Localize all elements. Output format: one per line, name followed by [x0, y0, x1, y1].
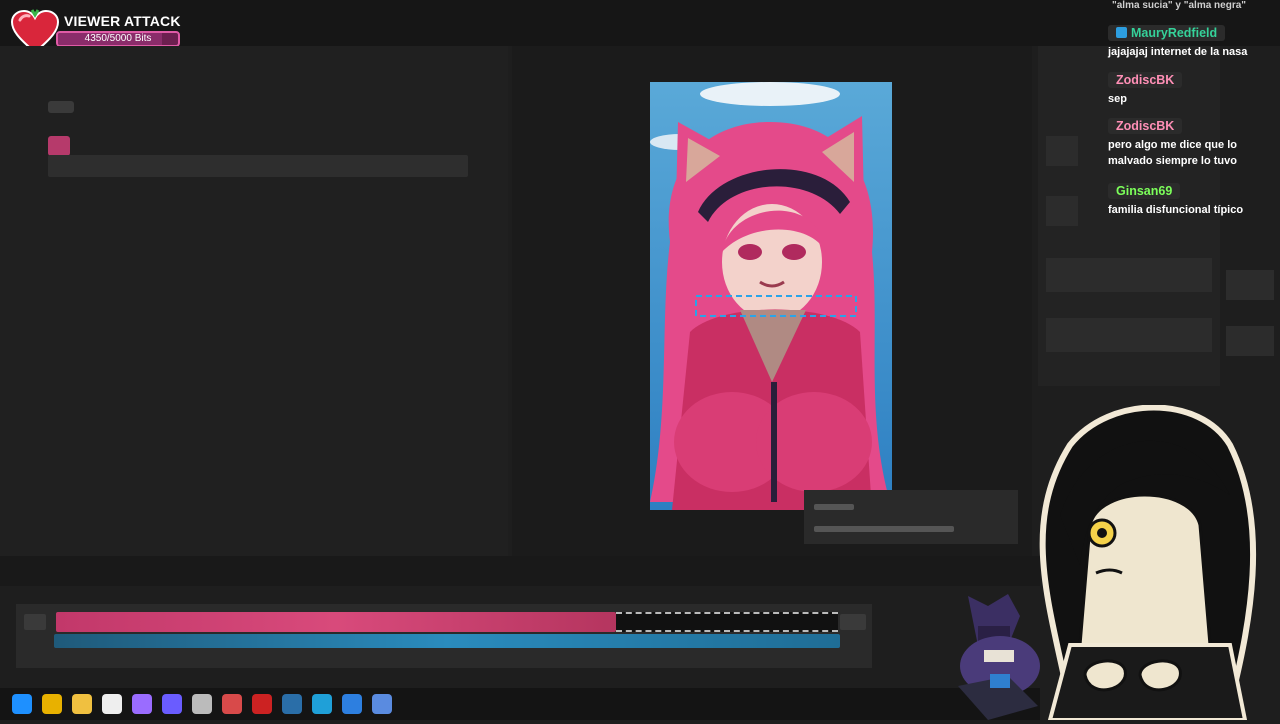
blue-track-clip[interactable] [54, 634, 840, 648]
panel-item[interactable] [1046, 258, 1212, 292]
overlay-top-bar [0, 0, 1280, 46]
chat-text: familia disfuncional típico [1108, 204, 1244, 216]
folder-icon[interactable] [72, 694, 92, 714]
chat-panel: MauryRedfield jajajajaj internet de la n… [1108, 0, 1280, 250]
taskbar [0, 688, 1040, 720]
obs-icon[interactable] [162, 694, 182, 714]
chat-message: ZodiscBK sep [1108, 69, 1276, 107]
timeline-left-handle[interactable] [24, 614, 46, 630]
pink-track-clip[interactable] [56, 612, 616, 632]
store-icon[interactable] [342, 694, 362, 714]
chat-text: pero algo me dice que lo malvado siempre… [1108, 139, 1237, 167]
app-icon[interactable] [102, 694, 122, 714]
record-icon[interactable] [252, 694, 272, 714]
layer-icon[interactable] [48, 101, 74, 113]
chat-text: sep [1108, 93, 1127, 105]
panel-item[interactable] [1046, 318, 1212, 352]
chat-username[interactable]: ZodiscBK [1108, 118, 1183, 134]
steam-icon[interactable] [282, 694, 302, 714]
layer-row[interactable] [48, 155, 468, 177]
chat-message: ZodiscBK pero algo me dice que lo malvad… [1108, 115, 1276, 169]
viewer-attack-title: VIEWER ATTACK [64, 13, 181, 29]
timeline-header [0, 556, 1040, 586]
twitch-prime-icon [1116, 27, 1127, 38]
chrome-icon[interactable] [42, 694, 62, 714]
paint-icon[interactable] [132, 694, 152, 714]
panel-item[interactable] [1046, 136, 1078, 166]
panel-item[interactable] [1046, 196, 1078, 226]
dark-track-clip[interactable] [616, 612, 838, 632]
game-icon[interactable] [222, 694, 242, 714]
bits-progress-bar: 4350/5000 Bits [56, 31, 180, 47]
timeline-right-handle[interactable] [840, 614, 866, 630]
streamer-avatar [1030, 404, 1260, 722]
chat-username[interactable]: ZodiscBK [1108, 72, 1183, 88]
chat-text: jajajajaj internet de la nasa [1108, 46, 1248, 58]
windows-icon[interactable] [12, 694, 32, 714]
browser-icon[interactable] [312, 694, 332, 714]
left-panel [0, 46, 508, 556]
panel-button[interactable] [1226, 326, 1274, 356]
artwork-canvas[interactable] [650, 82, 892, 510]
chat-username[interactable]: Ginsan69 [1108, 183, 1181, 199]
chat-message: Ginsan69 familia disfuncional típico [1108, 180, 1276, 218]
chat-username[interactable]: MauryRedfield [1108, 25, 1226, 41]
layer-thumbnail[interactable] [48, 136, 70, 156]
discord-icon[interactable] [192, 694, 212, 714]
settings-icon[interactable] [372, 694, 392, 714]
bits-progress-text: 4350/5000 Bits [84, 33, 152, 44]
panel-button[interactable] [1226, 270, 1274, 300]
chat-message: MauryRedfield jajajajaj internet de la n… [1108, 22, 1276, 60]
tooltip-box [804, 490, 1018, 544]
